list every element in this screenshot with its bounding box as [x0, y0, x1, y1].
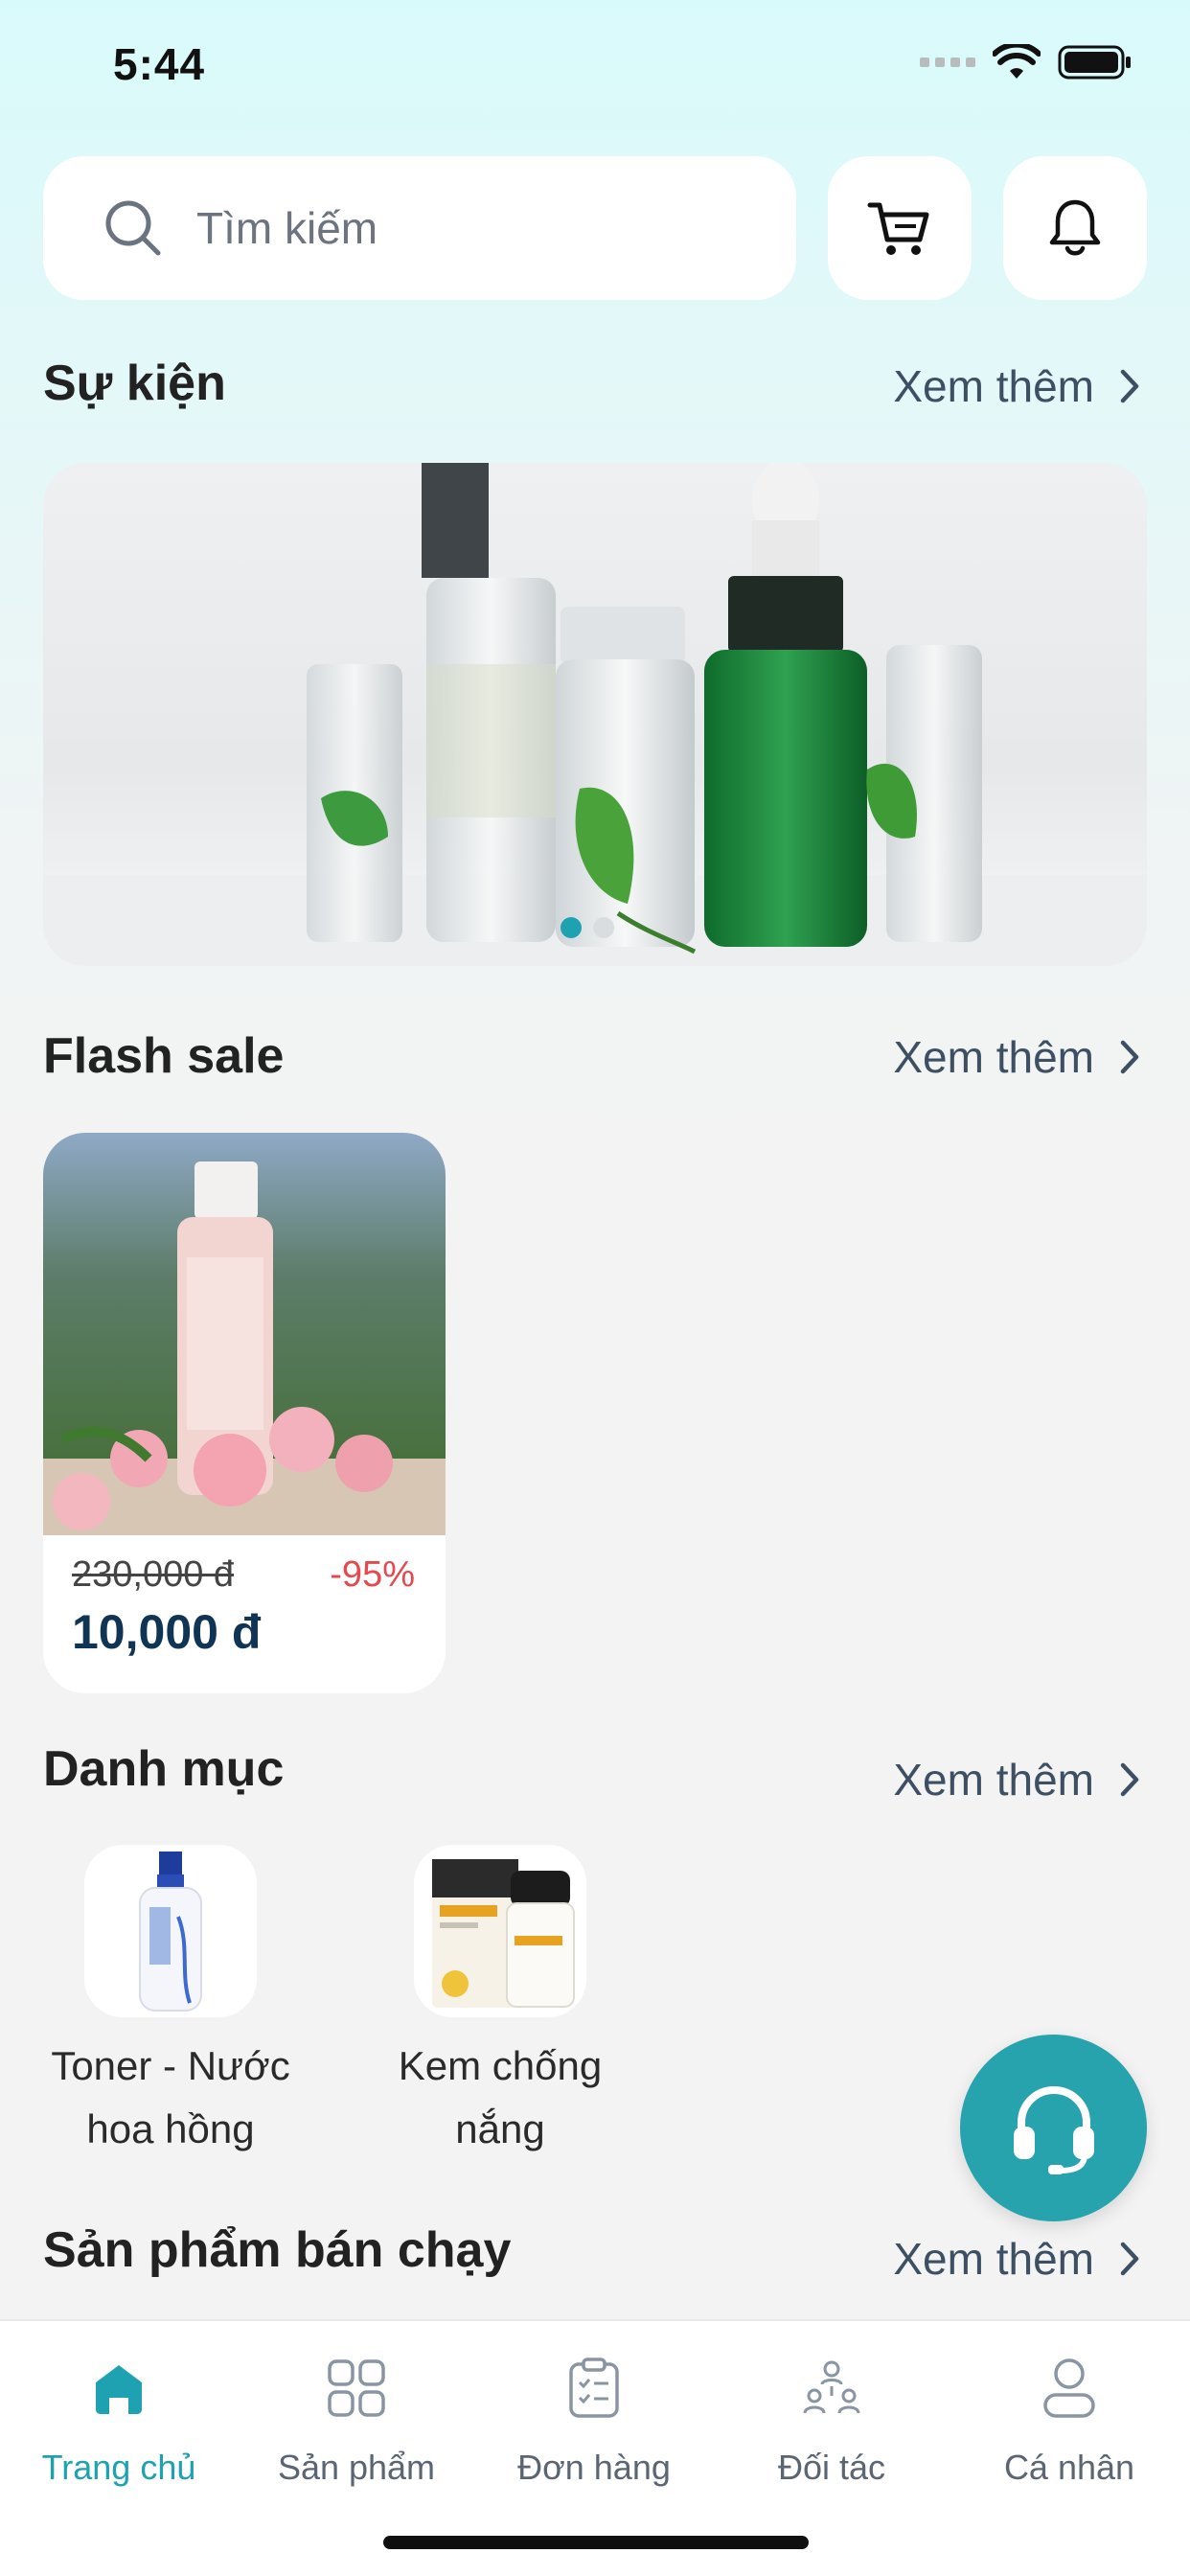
sale-price: 10,000 đ — [72, 1605, 262, 1659]
partners-icon — [793, 2350, 870, 2426]
headset-icon — [1013, 2085, 1094, 2174]
event-banner[interactable] — [43, 463, 1147, 966]
chevron-right-icon — [1120, 1040, 1139, 1074]
events-title: Sự kiện — [43, 356, 226, 411]
cart-icon — [867, 202, 929, 255]
product-image — [43, 1133, 446, 1535]
category-label: Toner - Nước hoa hồng — [51, 2043, 290, 2151]
home-indicator — [383, 2536, 809, 2549]
tab-label: Cá nhân — [1003, 2448, 1135, 2487]
category-item-sunscreen[interactable]: Kem chống nắng — [347, 1845, 653, 2161]
tab-label: Sản phẩm — [277, 2448, 436, 2487]
bell-icon — [1049, 199, 1101, 256]
user-icon — [1031, 2350, 1108, 2426]
tab-profile[interactable]: Cá nhân — [950, 2350, 1188, 2488]
old-price: 230,000 đ — [72, 1554, 235, 1595]
banner-pagination[interactable] — [561, 917, 614, 938]
banner-image — [43, 463, 1147, 966]
category-image — [84, 1845, 257, 2017]
categories-title: Danh mục — [43, 1741, 285, 1797]
search-bar[interactable] — [43, 156, 796, 300]
wifi-icon — [993, 44, 1041, 79]
flash-sale-see-more[interactable]: Xem thêm — [893, 1031, 1140, 1083]
discount-badge: -95% — [330, 1554, 415, 1595]
tab-home[interactable]: Trang chủ — [0, 2350, 238, 2488]
tab-products[interactable]: Sản phẩm — [238, 2350, 475, 2488]
home-icon — [80, 2350, 157, 2426]
notification-button[interactable] — [1003, 156, 1147, 300]
clipboard-icon — [556, 2350, 632, 2426]
flash-sale-title: Flash sale — [43, 1028, 285, 1084]
best-sellers-see-more[interactable]: Xem thêm — [893, 2233, 1140, 2285]
chevron-right-icon — [1120, 2242, 1139, 2276]
status-bar: 5:44 — [0, 0, 1190, 125]
best-sellers-title: Sản phẩm bán chạy — [43, 2222, 512, 2278]
events-see-more[interactable]: Xem thêm — [893, 360, 1140, 412]
categories-see-more-label: Xem thêm — [893, 1755, 1094, 1805]
status-icons — [920, 44, 1133, 80]
category-image — [414, 1845, 586, 2017]
categories-see-more[interactable]: Xem thêm — [893, 1754, 1140, 1806]
tab-partners[interactable]: Đối tác — [713, 2350, 950, 2488]
search-input[interactable] — [196, 202, 733, 254]
status-time: 5:44 — [113, 39, 206, 89]
grid-icon — [318, 2350, 395, 2426]
pagination-dot-active[interactable] — [561, 917, 582, 938]
flash-sale-card[interactable]: 230,000 đ -95% 10,000 đ — [43, 1133, 446, 1693]
battery-icon — [1058, 45, 1131, 80]
chevron-right-icon — [1120, 369, 1139, 403]
best-sellers-see-more-label: Xem thêm — [893, 2234, 1094, 2284]
support-button[interactable] — [960, 2035, 1147, 2221]
category-item-toner[interactable]: Toner - Nước hoa hồng — [17, 1845, 324, 2161]
category-label: Kem chống nắng — [398, 2043, 603, 2151]
search-icon — [105, 200, 161, 256]
signal-icon — [920, 58, 975, 67]
tab-label: Đơn hàng — [517, 2448, 671, 2487]
tab-label: Trang chủ — [41, 2448, 196, 2487]
pagination-dot[interactable] — [593, 917, 614, 938]
tab-label: Đối tác — [777, 2448, 886, 2487]
events-see-more-label: Xem thêm — [893, 361, 1094, 411]
cart-button[interactable] — [828, 156, 972, 300]
tab-orders[interactable]: Đơn hàng — [475, 2350, 713, 2488]
chevron-right-icon — [1120, 1762, 1139, 1797]
flash-sale-see-more-label: Xem thêm — [893, 1032, 1094, 1082]
